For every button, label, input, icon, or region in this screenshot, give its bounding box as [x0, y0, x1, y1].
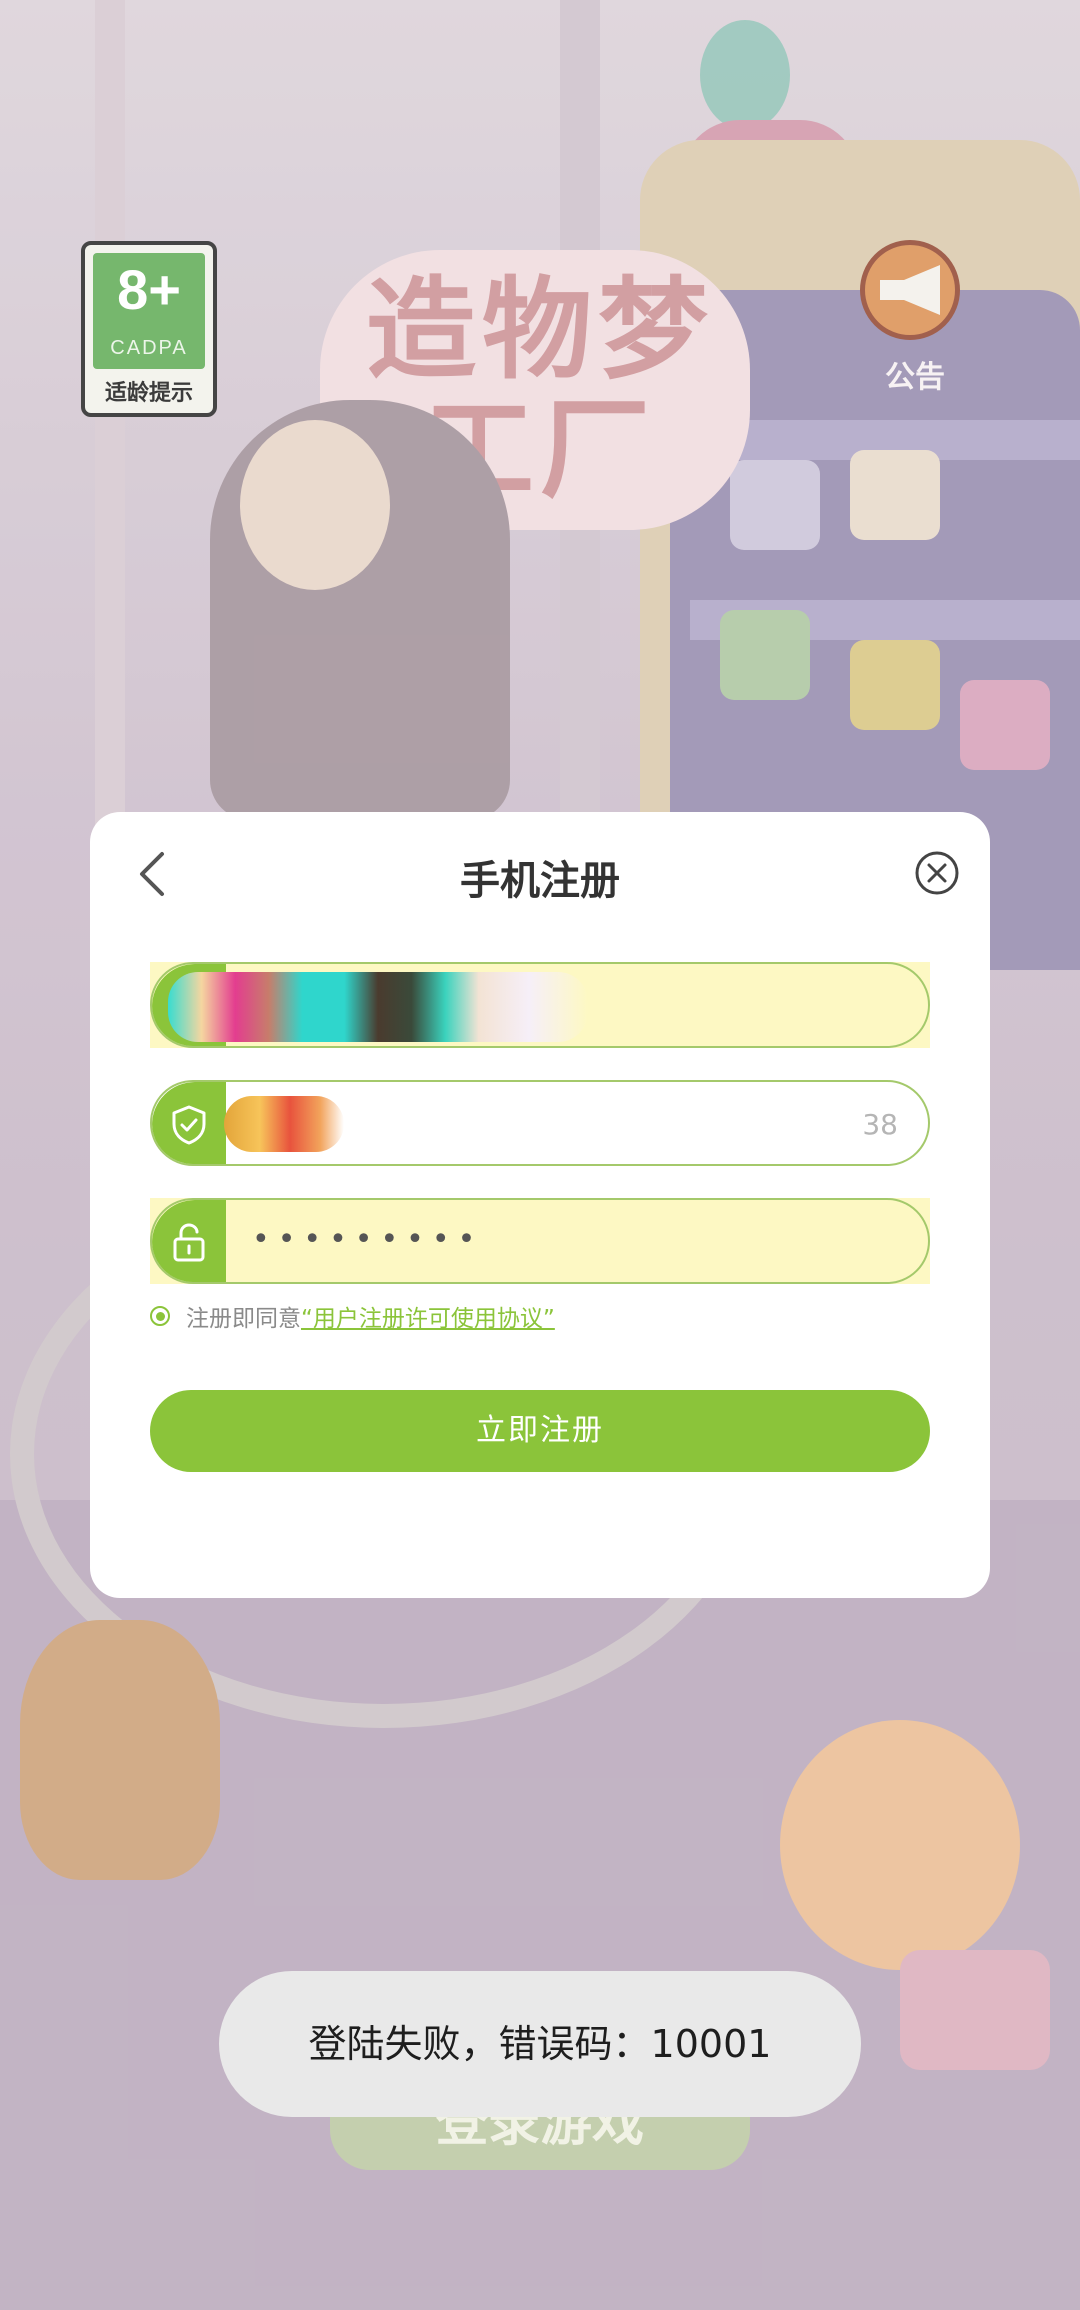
- register-now-button[interactable]: 立即注册: [150, 1390, 930, 1472]
- agreement-row: 注册即同意 “用户注册许可使用协议”: [150, 1298, 555, 1334]
- shield-check-icon: [172, 1105, 206, 1145]
- unlock-icon-cap: [152, 1200, 226, 1282]
- agreement-radio[interactable]: [150, 1306, 170, 1326]
- error-toast: 登陆失败，错误码：10001: [219, 1971, 861, 2117]
- password-value: •••••••••: [252, 1222, 484, 1257]
- shield-icon-cap: [152, 1082, 226, 1164]
- phone-register-dialog: 手机注册 38 ••••••••• 注册即同意 “用户注册许可使用协议” 立即注…: [90, 812, 990, 1598]
- close-button[interactable]: [914, 850, 960, 896]
- phone-input[interactable]: [150, 962, 930, 1048]
- user-agreement-link[interactable]: “用户注册许可使用协议”: [301, 1299, 555, 1333]
- verification-code-box: 38: [150, 1080, 930, 1166]
- redacted-phone-number: [168, 972, 588, 1042]
- agreement-prefix: 注册即同意: [186, 1306, 301, 1332]
- password-input-box: •••••••••: [150, 1198, 930, 1284]
- verification-code-input[interactable]: 38: [150, 1080, 930, 1166]
- phone-input-box: [150, 962, 930, 1048]
- resend-countdown: 38: [862, 1108, 898, 1141]
- dialog-title: 手机注册: [460, 858, 620, 904]
- unlock-icon: [173, 1223, 205, 1262]
- redacted-verification-code: [224, 1096, 344, 1152]
- password-input[interactable]: •••••••••: [150, 1198, 930, 1284]
- close-circle-icon: [915, 851, 959, 895]
